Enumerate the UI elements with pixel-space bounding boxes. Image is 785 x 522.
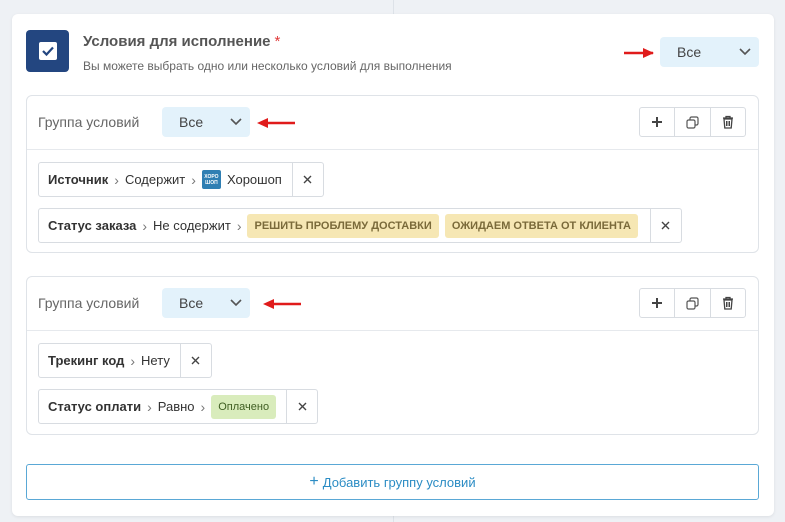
condition-field: Статус заказа xyxy=(48,218,137,233)
chevron-right-icon: › xyxy=(147,398,152,415)
group-actions xyxy=(639,288,746,318)
plus-icon: + xyxy=(309,473,319,490)
add-group-button[interactable]: + Добавить группу условий xyxy=(26,464,759,500)
trash-icon xyxy=(722,115,733,129)
add-group-label: Добавить группу условий xyxy=(322,474,476,490)
delete-group-button[interactable] xyxy=(711,289,745,317)
group-header: Группа условий Все xyxy=(27,277,758,331)
copy-group-button[interactable] xyxy=(675,289,711,317)
condition-row: Источник › Содержит › ХОРО ШОП Хорошоп xyxy=(38,162,324,197)
condition-row: Трекинг код › Нету xyxy=(38,343,212,378)
chevron-right-icon: › xyxy=(200,398,206,415)
chevron-down-icon xyxy=(739,48,751,56)
section-subtitle: Вы можете выбрать одно или несколько усл… xyxy=(83,59,452,73)
conditions-card: Условия для исполнение * Вы можете выбрат… xyxy=(12,14,774,516)
chevron-right-icon: › xyxy=(236,217,242,234)
add-condition-button[interactable] xyxy=(640,289,676,317)
group-title: Группа условий xyxy=(38,295,140,311)
group-actions xyxy=(639,107,746,137)
condition-operator: Не содержит xyxy=(153,218,231,233)
delete-group-button[interactable] xyxy=(711,108,745,136)
chevron-right-icon: › xyxy=(114,171,119,188)
remove-condition-button[interactable] xyxy=(649,209,681,242)
red-arrow-icon xyxy=(263,299,301,309)
plus-icon xyxy=(652,298,663,308)
condition-operator: Содержит xyxy=(124,172,186,187)
status-tag: РЕШИТЬ ПРОБЛЕМУ ДОСТАВКИ xyxy=(247,213,439,238)
group-match-select[interactable]: Все xyxy=(162,288,250,318)
close-icon xyxy=(303,175,312,184)
condition-group: Группа условий Все xyxy=(26,95,759,253)
status-tag: ОЖИДАЕМ ОТВЕТА ОТ КЛИЕНТА xyxy=(444,213,638,238)
match-select[interactable]: Все xyxy=(660,37,759,67)
red-arrow-icon xyxy=(257,118,295,128)
plus-icon xyxy=(652,117,663,127)
condition-group: Группа условий Все xyxy=(26,276,759,435)
chevron-right-icon: › xyxy=(191,171,196,188)
horoshop-logo-icon: ХОРО ШОП xyxy=(201,170,221,189)
group-match-select[interactable]: Все xyxy=(162,107,250,137)
condition-operator: Равно xyxy=(157,399,195,414)
chevron-right-icon: › xyxy=(142,217,148,234)
condition-field: Трекинг код xyxy=(48,353,125,368)
group-title: Группа условий xyxy=(38,114,140,130)
copy-icon xyxy=(686,296,699,310)
required-mark: * xyxy=(274,33,281,50)
red-arrow-icon xyxy=(624,48,654,58)
condition-row: Статус заказа › Не содержит › РЕШИТЬ ПРО… xyxy=(38,208,682,243)
condition-field: Источник xyxy=(48,172,109,187)
group-match-select-value: Все xyxy=(179,295,204,311)
group-match-select-value: Все xyxy=(179,114,204,130)
remove-condition-button[interactable] xyxy=(179,344,211,377)
add-condition-button[interactable] xyxy=(640,108,676,136)
copy-group-button[interactable] xyxy=(675,108,711,136)
section-title: Условия для исполнение * xyxy=(83,33,280,50)
chevron-down-icon xyxy=(230,118,242,126)
checkbox-icon xyxy=(26,30,69,72)
status-tag: Оплачено xyxy=(211,394,277,419)
close-icon xyxy=(661,221,670,230)
close-icon xyxy=(191,356,200,365)
trash-icon xyxy=(722,296,733,310)
close-icon xyxy=(298,402,307,411)
condition-row: Статус оплати › Равно › Оплачено xyxy=(38,389,319,424)
chevron-down-icon xyxy=(230,299,242,307)
condition-operator: Нету xyxy=(141,353,170,368)
remove-condition-button[interactable] xyxy=(286,390,317,423)
condition-field: Статус оплати xyxy=(48,399,142,414)
chevron-right-icon: › xyxy=(130,352,136,369)
match-select-value: Все xyxy=(677,44,702,60)
copy-icon xyxy=(686,115,699,129)
section-title-text: Условия для исполнение xyxy=(83,33,271,50)
group-header: Группа условий Все xyxy=(27,96,758,150)
remove-condition-button[interactable] xyxy=(291,163,323,196)
condition-value: Хорошоп xyxy=(226,172,282,187)
